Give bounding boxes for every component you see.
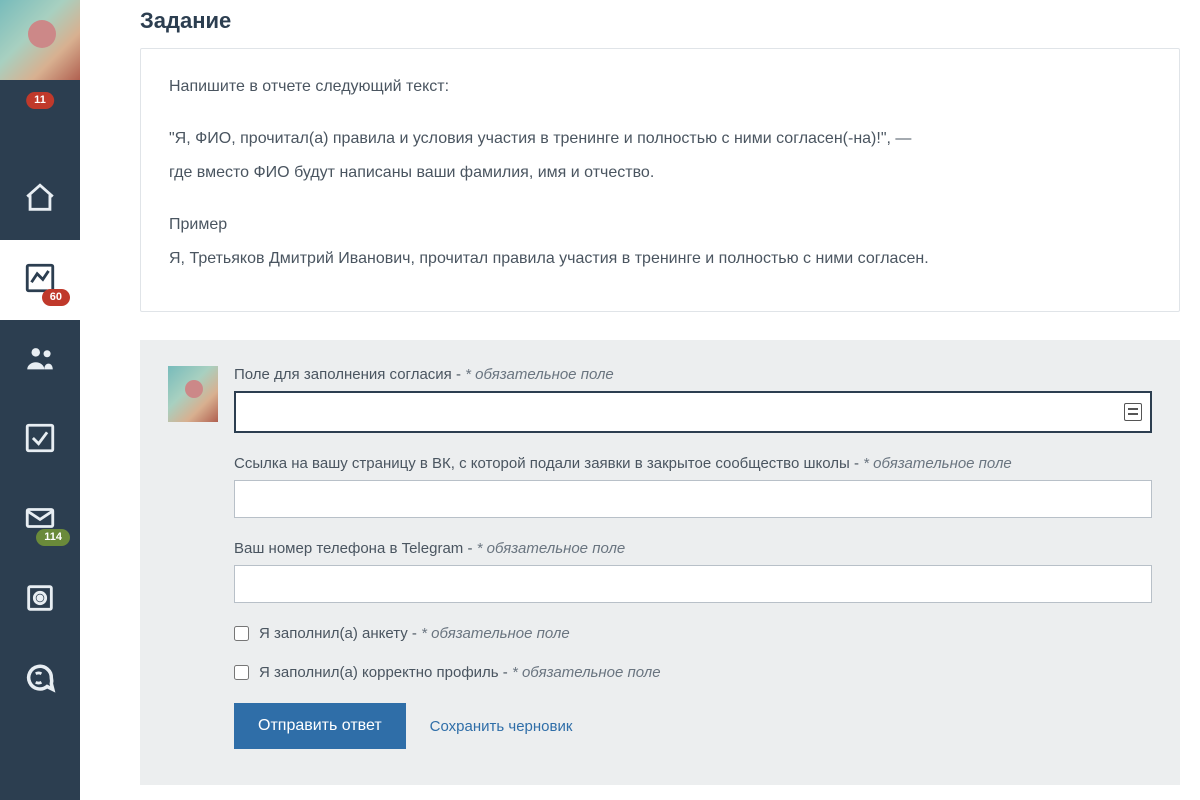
field-vk: Ссылка на вашу страницу в ВК, с которой …	[234, 455, 1152, 518]
nav-tasks[interactable]	[0, 400, 80, 480]
task-intro: Напишите в отчете следующий текст:	[169, 73, 1151, 101]
task-line2: где вместо ФИО будут написаны ваши фамил…	[169, 159, 1151, 187]
user-avatar[interactable]	[0, 0, 80, 80]
check-profile-row: Я заполнил(а) корректно профиль - * обяз…	[234, 664, 1152, 681]
field-telegram-label: Ваш номер телефона в Telegram - * обязат…	[234, 540, 1152, 557]
chat-icon	[23, 661, 57, 699]
nav-safe[interactable]	[0, 560, 80, 640]
check-profile[interactable]	[234, 665, 249, 680]
telegram-input[interactable]	[234, 565, 1152, 603]
sidebar: 11 60 114	[0, 0, 80, 800]
check-survey-label: Я заполнил(а) анкету - * обязательное по…	[259, 625, 570, 642]
nav-home[interactable]	[0, 160, 80, 240]
field-vk-label: Ссылка на вашу страницу в ВК, с которой …	[234, 455, 1152, 472]
people-icon	[23, 341, 57, 379]
field-telegram: Ваш номер телефона в Telegram - * обязат…	[234, 540, 1152, 603]
field-consent: Поле для заполнения согласия - * обязате…	[234, 366, 1152, 433]
task-example-label: Пример	[169, 211, 1151, 239]
task-line1: "Я, ФИО, прочитал(а) правила и условия у…	[169, 125, 1151, 153]
chart-badge: 60	[42, 289, 70, 306]
mail-badge: 114	[36, 529, 70, 546]
vk-link-input[interactable]	[234, 480, 1152, 518]
field-consent-label: Поле для заполнения согласия - * обязате…	[234, 366, 1152, 383]
answer-form: Поле для заполнения согласия - * обязате…	[140, 340, 1180, 785]
notif-badge: 11	[26, 92, 54, 109]
check-profile-label: Я заполнил(а) корректно профиль - * обяз…	[259, 664, 661, 681]
check-survey-row: Я заполнил(а) анкету - * обязательное по…	[234, 625, 1152, 642]
keyboard-icon	[1124, 403, 1142, 421]
nav-progress[interactable]: 60	[0, 240, 80, 320]
check-survey[interactable]	[234, 626, 249, 641]
consent-input[interactable]	[234, 391, 1152, 433]
task-description: Напишите в отчете следующий текст: "Я, Ф…	[140, 48, 1180, 312]
main-content: Задание Напишите в отчете следующий текс…	[80, 0, 1200, 800]
nav-mail[interactable]: 114	[0, 480, 80, 560]
user-avatar-small	[168, 366, 218, 422]
check-icon	[23, 421, 57, 459]
safe-icon	[23, 581, 57, 619]
submit-button[interactable]: Отправить ответ	[234, 703, 406, 749]
nav-chat[interactable]	[0, 640, 80, 720]
task-example-text: Я, Третьяков Дмитрий Иванович, прочитал …	[169, 245, 1151, 273]
home-icon	[23, 181, 57, 219]
nav-people[interactable]	[0, 320, 80, 400]
page-title: Задание	[140, 8, 1180, 34]
save-draft-link[interactable]: Сохранить черновик	[430, 718, 573, 735]
nav-notifications[interactable]: 11	[0, 80, 80, 160]
